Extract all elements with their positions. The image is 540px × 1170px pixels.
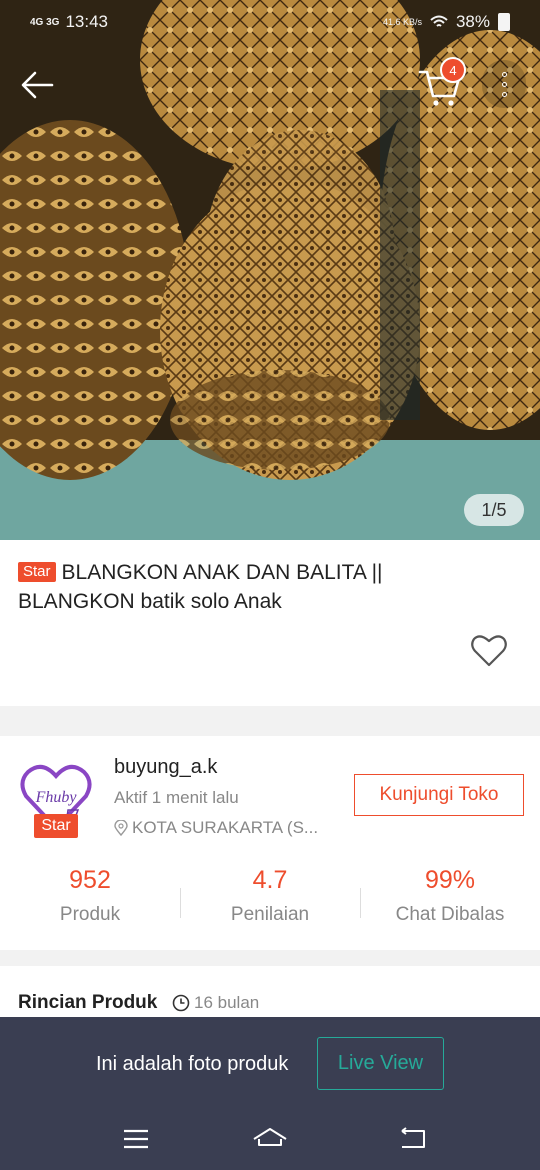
shop-name[interactable]: buyung_a.k [114,756,217,779]
net-speed: 41.6 KB/s [382,16,422,27]
status-bar: 4G 3G 13:43 41.6 KB/s 38% [0,0,540,44]
clock: 13:43 [65,12,109,31]
shop-stats: 952 Produk 4.7 Penilaian 99% Chat Dibala… [0,864,540,934]
battery-level: 38% [455,12,490,31]
shop-section: Fhuby Star buyung_a.k Aktif 1 menit lalu… [0,736,540,950]
live-view-button[interactable]: Live View [317,1037,444,1090]
star-badge: Star [18,562,56,582]
location-pin-icon [114,820,128,836]
overlay-message: Ini adalah foto produk [96,1053,289,1075]
system-nav-bar [0,1117,540,1161]
network-indicator: 4G 3G [30,16,60,28]
stat-divider [360,888,361,918]
cart-count-badge: 4 [440,57,466,83]
visit-shop-button[interactable]: Kunjungi Toko [354,774,524,816]
shop-logo-text: Fhuby [35,789,78,806]
section-divider [0,706,540,736]
stat-divider [180,888,181,918]
product-title-section: Star BLANGKON ANAK DAN BALITA || BLANGKON… [0,540,540,706]
stat-value: 4.7 [252,866,288,894]
shop-star-badge: Star [34,814,78,838]
wifi-icon [430,15,448,27]
stat-value: 952 [69,866,111,894]
stat-label: Chat Dibalas [395,904,505,925]
arrow-left-icon [21,71,54,99]
stat-label: Produk [59,904,121,925]
product-title: Star BLANGKON ANAK DAN BALITA || BLANGKON… [18,558,438,616]
menu-icon[interactable] [116,1121,156,1157]
heart-icon[interactable] [470,633,508,669]
stat-chat-response[interactable]: 99% Chat Dibalas [360,864,540,934]
shop-location-text: KOTA SURAKARTA (S... [132,818,319,837]
shop-location: KOTA SURAKARTA (S... [114,818,318,838]
product-detail-screen: 1/5 4G 3G 13:43 41.6 KB/s 38% 4 Star BLA… [0,0,540,1170]
stat-value: 99% [424,866,476,894]
more-options-button[interactable] [482,60,526,108]
product-details-title: Rincian Produk [18,992,158,1013]
stat-rating[interactable]: 4.7 Penilaian [180,864,360,934]
shop-active-status: Aktif 1 menit lalu [114,788,239,807]
home-icon[interactable] [250,1121,290,1157]
stat-label: Penilaian [230,904,310,925]
photo-overlay-bar: Ini adalah foto produk Live View [0,1017,540,1170]
battery-icon [498,13,510,31]
back-button[interactable] [14,62,60,108]
product-age: 16 bulan [172,993,259,1013]
section-divider [0,950,540,966]
stat-products[interactable]: 952 Produk [0,864,180,934]
product-title-text: BLANGKON ANAK DAN BALITA || BLANGKON bat… [18,561,383,613]
more-vertical-icon [501,71,507,77]
product-age-text: 16 bulan [194,993,260,1012]
clock-icon [172,994,190,1012]
image-pager: 1/5 [464,494,524,526]
back-nav-icon[interactable] [392,1121,432,1157]
